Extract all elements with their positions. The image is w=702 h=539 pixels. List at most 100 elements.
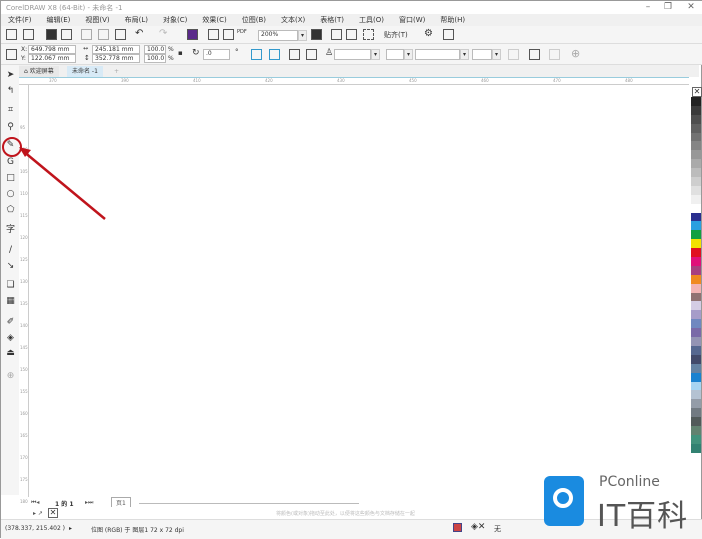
color-swatch[interactable]	[691, 363, 701, 373]
parallel-dimension-icon[interactable]: ∕	[5, 245, 16, 256]
color-swatch[interactable]	[691, 203, 701, 213]
add-tool-icon[interactable]: ⊕	[5, 371, 16, 382]
zoom-level-field[interactable]: 200%	[258, 30, 298, 41]
outline-pen-icon[interactable]: ♙	[325, 48, 333, 58]
line-style-field[interactable]	[415, 49, 460, 60]
color-swatch[interactable]	[691, 417, 701, 426]
first-page-button[interactable]: ⏮◂	[31, 499, 39, 507]
interactive-fill-icon[interactable]: ◈	[5, 333, 16, 344]
color-swatch[interactable]	[691, 310, 701, 320]
options-gear-icon[interactable]: ⚙	[424, 28, 433, 39]
color-swatch[interactable]	[691, 274, 701, 284]
start-arrow-dropdown[interactable]: ▾	[404, 49, 413, 60]
menu-view[interactable]: 视图(V)	[85, 14, 109, 26]
menu-layout[interactable]: 布局(L)	[125, 14, 148, 26]
color-swatch[interactable]	[691, 345, 701, 355]
cut-icon[interactable]	[81, 29, 92, 40]
search-content-icon[interactable]	[187, 29, 198, 40]
pdf-icon[interactable]: PDF	[237, 29, 247, 35]
minimize-button[interactable]: –	[641, 2, 655, 13]
mirror-horizontal-icon[interactable]	[251, 49, 262, 60]
undo-icon[interactable]: ↶	[135, 28, 143, 39]
menu-table[interactable]: 表格(T)	[320, 14, 344, 26]
add-icon[interactable]: ⊕	[571, 47, 580, 60]
menu-object[interactable]: 对象(C)	[163, 14, 187, 26]
color-swatch[interactable]	[691, 425, 701, 435]
height-field[interactable]: 352.778 mm	[92, 54, 140, 63]
color-swatch[interactable]	[691, 132, 701, 142]
snap-to-dropdown[interactable]: 贴齐(T)	[384, 30, 408, 40]
color-swatch[interactable]	[691, 283, 701, 293]
color-swatch[interactable]	[691, 221, 701, 231]
outline-width-dropdown[interactable]: ▾	[371, 49, 380, 60]
tab-welcome-screen[interactable]: ⌂ 欢迎屏幕	[19, 66, 59, 77]
quick-trace-icon[interactable]	[529, 49, 540, 60]
outline-width-field[interactable]	[334, 49, 371, 60]
lock-ratio-icon[interactable]: ▪	[178, 49, 183, 57]
export-icon[interactable]	[223, 29, 234, 40]
color-swatch[interactable]	[691, 97, 701, 106]
color-swatch[interactable]	[691, 177, 701, 186]
object-origin-icon[interactable]	[6, 49, 17, 60]
color-proof-icon[interactable]	[453, 523, 462, 532]
arrange-icon[interactable]	[306, 49, 317, 60]
line-style-dropdown[interactable]: ▾	[460, 49, 469, 60]
full-screen-icon[interactable]	[311, 29, 322, 40]
menu-effects[interactable]: 效果(C)	[202, 14, 226, 26]
color-swatch[interactable]	[691, 399, 701, 409]
print-icon[interactable]	[61, 29, 72, 40]
no-color-swatch[interactable]: ✕	[692, 87, 702, 97]
color-swatch[interactable]	[691, 168, 701, 178]
reverse-icon[interactable]	[508, 49, 519, 60]
drawing-canvas[interactable]	[30, 86, 690, 496]
new-icon[interactable]	[6, 29, 17, 40]
color-swatch[interactable]	[691, 381, 701, 391]
crop-tool-icon[interactable]: ⌗	[5, 105, 16, 116]
menu-text[interactable]: 文本(X)	[281, 14, 305, 26]
end-arrow-field[interactable]	[472, 49, 492, 60]
zoom-dropdown[interactable]: ▾	[298, 30, 307, 41]
color-swatch[interactable]	[691, 408, 701, 418]
close-button[interactable]: ✕	[684, 2, 698, 13]
guidelines-icon[interactable]	[363, 29, 374, 40]
color-swatch[interactable]	[691, 434, 701, 444]
color-swatch[interactable]	[691, 328, 701, 338]
color-swatch[interactable]	[691, 319, 701, 329]
copy-icon[interactable]	[98, 29, 109, 40]
width-field[interactable]: 245.181 mm	[92, 45, 140, 54]
transparency-icon[interactable]: ▦	[5, 296, 16, 307]
color-swatch[interactable]	[691, 105, 701, 115]
palette-arrows[interactable]: ▸ ↗	[33, 510, 43, 517]
color-swatch[interactable]	[691, 123, 701, 133]
menu-bitmaps[interactable]: 位图(B)	[242, 14, 266, 26]
app-launcher-icon[interactable]	[443, 29, 454, 40]
grid-icon[interactable]	[346, 29, 357, 40]
color-swatch[interactable]	[691, 354, 701, 364]
horizontal-ruler[interactable]: 370 390 410 420 430 450 460 470 480	[19, 77, 689, 85]
bitmap-icon[interactable]	[549, 49, 560, 60]
color-swatch[interactable]	[691, 194, 701, 204]
open-icon[interactable]	[23, 29, 34, 40]
document-palette-none-swatch[interactable]: ✕	[48, 508, 58, 518]
scale-y-field[interactable]: 100.0	[144, 54, 166, 63]
paste-icon[interactable]	[115, 29, 126, 40]
color-swatch[interactable]	[691, 248, 701, 258]
color-swatch[interactable]	[691, 230, 701, 240]
menu-window[interactable]: 窗口(W)	[399, 14, 425, 26]
wrap-icon[interactable]	[289, 49, 300, 60]
shape-tool-icon[interactable]: ↰	[5, 86, 16, 97]
page-tab[interactable]: 页1	[111, 497, 131, 507]
connector-tool-icon[interactable]: ↘	[5, 261, 16, 272]
color-swatch[interactable]	[691, 265, 701, 275]
color-swatch[interactable]	[691, 159, 701, 169]
mirror-vertical-icon[interactable]	[269, 49, 280, 60]
color-swatch[interactable]	[691, 212, 701, 222]
color-swatch[interactable]	[691, 292, 701, 302]
color-swatch[interactable]	[691, 141, 701, 151]
color-swatch[interactable]	[691, 337, 701, 346]
y-position-field[interactable]: 122.067 mm	[28, 54, 76, 63]
expand-arrow-icon[interactable]: ▸	[69, 525, 72, 532]
color-swatch[interactable]	[691, 390, 701, 400]
last-page-button[interactable]: ▸⏭	[85, 499, 93, 507]
scale-x-field[interactable]: 100.0	[144, 45, 166, 54]
